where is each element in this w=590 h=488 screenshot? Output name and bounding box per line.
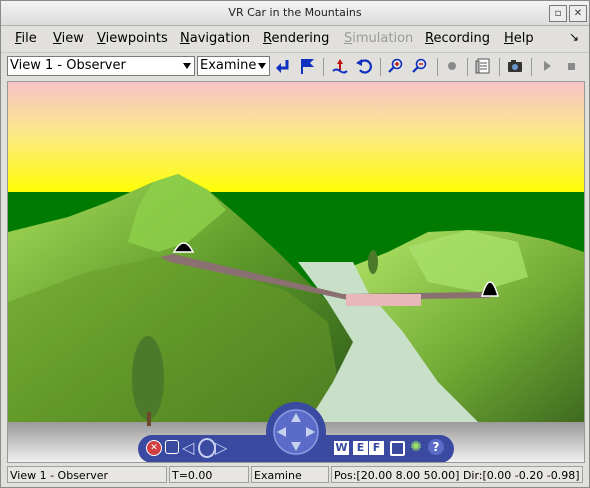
menu-simulation: Simulation [344,31,414,46]
walk-mode-button[interactable]: W [334,441,349,455]
menu-viewpoints[interactable]: Viewpoints [97,31,168,46]
toolbar-separator [531,58,532,76]
orbit-icon[interactable] [198,438,216,458]
bridge [346,294,421,306]
menu-file[interactable]: File [15,31,37,46]
menu-rendering[interactable]: Rendering [263,31,329,46]
return-to-viewpoint-icon[interactable] [273,57,293,77]
toolbar-separator [467,58,468,76]
rotate-right-icon[interactable]: ▷ [215,438,227,457]
close-button[interactable]: ✕ [569,5,587,22]
close-panel-icon[interactable]: ✕ [146,440,162,456]
go-to-home-flag-icon[interactable] [297,57,317,77]
rotate-left-icon[interactable]: ◁ [182,438,194,457]
fly-mode-button[interactable]: F [369,441,384,455]
status-navigation-mode: Examine [251,466,329,483]
record-icon[interactable] [442,57,462,77]
camera-snapshot-icon[interactable] [505,57,525,77]
status-bar: View 1 - Observer T=0.00 Examine Pos:[20… [1,464,589,486]
fit-view-icon[interactable] [390,441,405,456]
restore-icon[interactable] [165,440,179,454]
tree-small [368,250,378,274]
navigation-method-select[interactable]: Examine [197,56,270,76]
undo-move-icon[interactable] [354,57,374,77]
toolbar-separator [437,58,438,76]
menu-navigation[interactable]: Navigation [180,31,250,46]
window-title: VR Car in the Mountains [228,6,362,19]
help-button[interactable]: ? [428,439,444,455]
zoom-out-icon[interactable] [410,57,430,77]
menu-bar: File View Viewpoints Navigation Renderin… [1,27,589,51]
whats-this-icon[interactable]: ↘ [569,30,579,44]
document-icon[interactable] [473,57,493,77]
headlight-icon[interactable]: ✺ [408,439,424,455]
title-bar[interactable]: VR Car in the Mountains ▫ ✕ [1,1,589,26]
play-icon[interactable] [537,57,557,77]
straighten-up-icon[interactable] [330,57,350,77]
chevron-down-icon [258,63,266,69]
menu-recording[interactable]: Recording [425,31,490,46]
menu-view[interactable]: View [53,31,84,46]
examine-mode-button[interactable]: E [353,441,368,455]
toolbar-separator [499,58,500,76]
toolbar: View 1 - Observer Examine [1,52,589,80]
zoom-in-icon[interactable] [386,57,406,77]
toolbar-separator [323,58,324,76]
application-window: VR Car in the Mountains ▫ ✕ File View Vi… [0,0,590,488]
status-position-direction: Pos:[20.00 8.00 50.00] Dir:[0.00 -0.20 -… [331,466,583,483]
stop-icon[interactable] [561,57,581,77]
3d-scene-canvas[interactable]: ✕ ◁ ▷ W E F ✺ ? [7,81,585,463]
toolbar-separator [380,58,381,76]
menu-help[interactable]: Help [504,31,534,46]
sky [8,82,584,194]
status-viewpoint: View 1 - Observer [7,466,167,483]
minimize-button[interactable]: ▫ [549,5,567,22]
viewpoint-select[interactable]: View 1 - Observer [7,56,195,76]
chevron-down-icon [183,63,191,69]
status-time: T=0.00 [169,466,249,483]
